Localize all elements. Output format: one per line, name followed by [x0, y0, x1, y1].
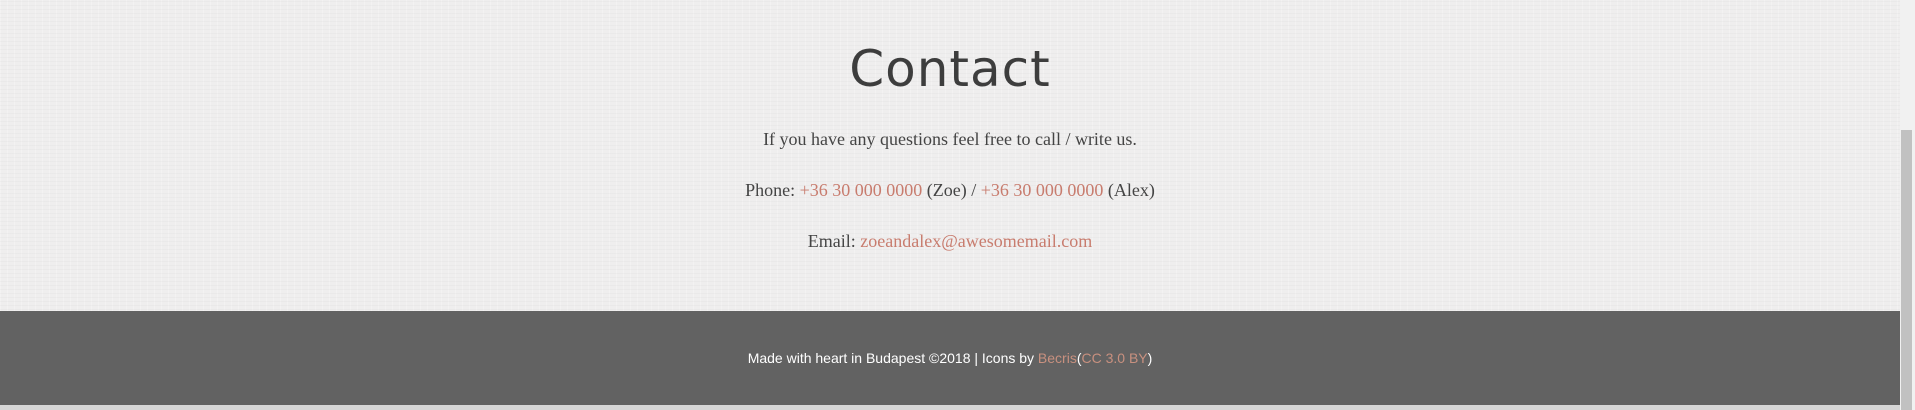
vertical-scrollbar[interactable] — [1900, 0, 1915, 410]
contact-title: Contact — [849, 40, 1051, 98]
footer: Made with heart in Budapest ©2018 | Icon… — [0, 311, 1900, 405]
footer-license-link[interactable]: CC 3.0 BY — [1082, 350, 1148, 366]
contact-intro: If you have any questions feel free to c… — [763, 129, 1137, 149]
footer-icons-author-link[interactable]: Becris — [1038, 350, 1077, 366]
footer-credit-text: Made with heart in Budapest ©2018 | Icon… — [747, 350, 1035, 366]
bottom-strip — [0, 405, 1900, 410]
email-link[interactable]: zoeandalex@awesomemail.com — [860, 231, 1092, 251]
phone-label: Phone: — [745, 180, 796, 200]
page: Contact If you have any questions feel f… — [0, 0, 1915, 410]
phone-link-alex[interactable]: +36 30 000 0000 — [981, 180, 1104, 200]
phone-name-zoe: (Zoe) — [926, 180, 967, 200]
phone-link-zoe[interactable]: +36 30 000 0000 — [800, 180, 923, 200]
contact-section: Contact If you have any questions feel f… — [0, 0, 1900, 311]
footer-paren-close: ) — [1147, 350, 1153, 366]
email-label: Email: — [807, 231, 856, 251]
phone-name-alex: (Alex) — [1107, 180, 1155, 200]
email-line: Email: zoeandalex@awesomemail.com — [0, 229, 1900, 253]
phone-separator: / — [971, 180, 977, 200]
phone-line: Phone: +36 30 000 0000 (Zoe) / +36 30 00… — [0, 178, 1900, 202]
scrollbar-thumb[interactable] — [1901, 130, 1912, 410]
